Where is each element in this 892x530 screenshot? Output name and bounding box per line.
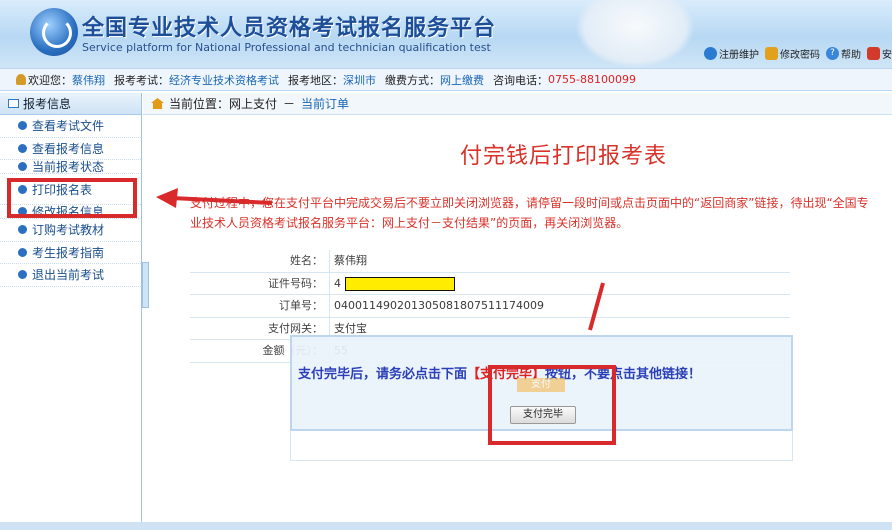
- bottom-bar: [0, 522, 892, 530]
- arrow-head-left: [156, 188, 178, 208]
- annotation-arrows: [156, 188, 605, 331]
- arrow-line-left: [171, 196, 273, 205]
- arrow-line-down: [588, 282, 605, 331]
